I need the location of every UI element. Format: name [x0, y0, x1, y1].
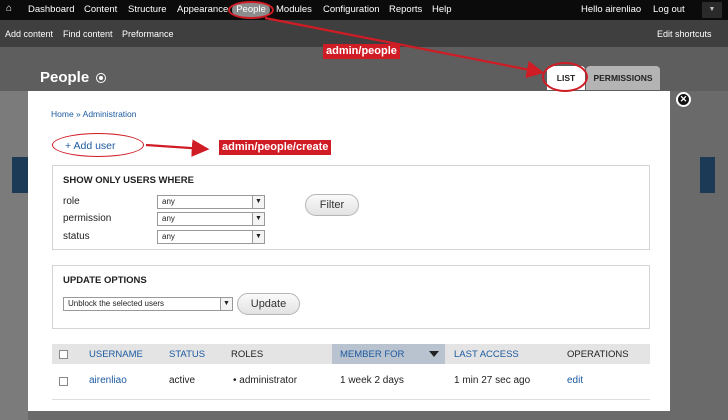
list-tab-highlight-ring: [542, 62, 588, 92]
shortcut-performance[interactable]: Preformance: [122, 29, 174, 39]
filter-label-role: role: [63, 196, 80, 207]
table-row: airenliao active • administrator 1 week …: [52, 364, 650, 400]
role-select[interactable]: any ▼: [157, 195, 265, 209]
column-username[interactable]: USERNAME: [89, 349, 143, 360]
permission-select[interactable]: any ▼: [157, 212, 265, 226]
chevron-down-icon: ▼: [220, 298, 232, 310]
shortcut-find-content[interactable]: Find content: [63, 29, 113, 39]
column-operations: OPERATIONS: [567, 349, 629, 360]
overlay-content: Home » Administration + Add user SHOW ON…: [28, 91, 670, 411]
shortcut-add-content[interactable]: Add content: [5, 29, 53, 39]
filter-legend: SHOW ONLY USERS WHERE: [63, 175, 194, 186]
annotation-people-path: admin/people: [323, 44, 400, 59]
status-select-value: any: [162, 232, 175, 241]
close-icon[interactable]: ✕: [676, 92, 691, 107]
filter-label-permission: permission: [63, 213, 112, 224]
page-title: People: [40, 69, 90, 86]
chevron-down-icon: ▼: [252, 196, 264, 208]
update-button[interactable]: Update: [237, 293, 300, 315]
status-select[interactable]: any ▼: [157, 230, 265, 244]
toolbar-item-structure[interactable]: Structure: [128, 4, 167, 15]
permission-select-value: any: [162, 214, 175, 223]
row-checkbox[interactable]: [59, 377, 68, 386]
select-all-checkbox[interactable]: [59, 350, 68, 359]
column-roles: ROLES: [231, 349, 264, 360]
cell-roles: • administrator: [233, 375, 298, 386]
shortcuts-toggle-icon[interactable]: ▼: [702, 2, 722, 18]
home-icon[interactable]: ⌂: [6, 3, 12, 14]
filter-fieldset: SHOW ONLY USERS WHERE role any ▼ permissi…: [52, 165, 650, 250]
people-highlight-ring: [228, 1, 274, 19]
filter-button[interactable]: Filter: [305, 194, 359, 216]
column-status[interactable]: STATUS: [169, 349, 205, 360]
filter-label-status: status: [63, 231, 90, 242]
chevron-down-icon: ▼: [252, 213, 264, 225]
toolbar-item-dashboard[interactable]: Dashboard: [28, 4, 74, 15]
background-banner-right: [700, 157, 715, 193]
user-greeting[interactable]: Hello airenliao: [581, 4, 641, 15]
update-action-value: Unblock the selected users: [68, 299, 165, 308]
column-member-for[interactable]: MEMBER FOR: [340, 349, 404, 360]
cell-last-access: 1 min 27 sec ago: [454, 375, 531, 386]
toolbar-item-help[interactable]: Help: [432, 4, 452, 15]
tab-permissions[interactable]: PERMISSIONS: [586, 66, 660, 90]
chevron-down-icon: ▼: [252, 231, 264, 243]
toolbar-item-configuration[interactable]: Configuration: [323, 4, 380, 15]
cell-username[interactable]: airenliao: [89, 375, 127, 386]
annotation-create-path: admin/people/create: [219, 140, 332, 155]
update-options-legend: UPDATE OPTIONS: [63, 275, 147, 286]
breadcrumb[interactable]: Home » Administration: [51, 109, 137, 119]
sort-descending-icon[interactable]: [429, 351, 439, 357]
edit-link[interactable]: edit: [567, 375, 583, 386]
role-select-value: any: [162, 197, 175, 206]
toolbar-item-appearance[interactable]: Appearance: [177, 4, 228, 15]
edit-shortcuts-link[interactable]: Edit shortcuts: [657, 29, 712, 39]
update-action-select[interactable]: Unblock the selected users ▼: [63, 297, 233, 311]
toolbar-item-reports[interactable]: Reports: [389, 4, 422, 15]
logout-link[interactable]: Log out: [653, 4, 685, 15]
shortcuts-bar: Add content Find content Preformance Edi…: [0, 20, 728, 47]
admin-toolbar: ⌂ Dashboard Content Structure Appearance…: [0, 0, 728, 20]
toolbar-item-modules[interactable]: Modules: [276, 4, 312, 15]
background-banner: [12, 157, 28, 193]
add-user-highlight-ring: [52, 133, 144, 157]
toolbar-item-content[interactable]: Content: [84, 4, 117, 15]
table-header: USERNAME STATUS ROLES MEMBER FOR LAST AC…: [52, 344, 650, 364]
update-options-fieldset: UPDATE OPTIONS Unblock the selected user…: [52, 265, 650, 329]
column-last-access[interactable]: LAST ACCESS: [454, 349, 519, 360]
cell-status: active: [169, 375, 196, 386]
cell-member-for: 1 week 2 days: [340, 375, 404, 386]
shortcut-star-icon[interactable]: [96, 73, 106, 83]
background-page: [0, 91, 28, 420]
